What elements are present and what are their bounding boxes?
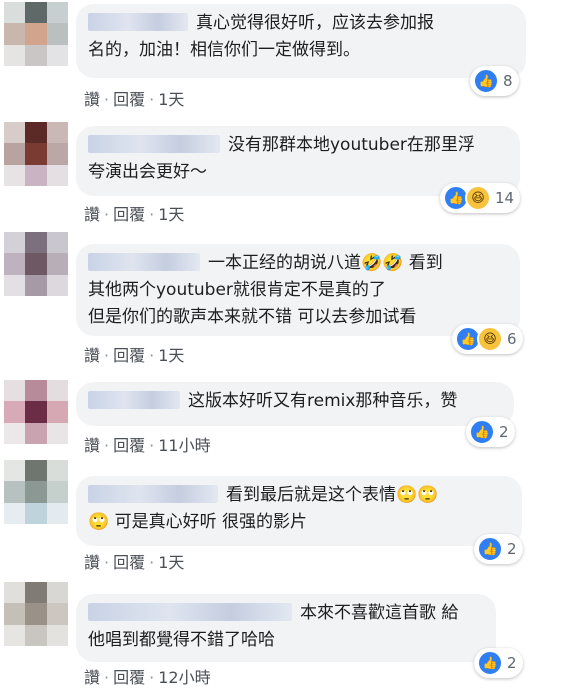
avatar[interactable] xyxy=(4,460,68,524)
commenter-name[interactable] xyxy=(88,485,218,503)
separator: · xyxy=(149,346,155,365)
separator: · xyxy=(149,90,155,109)
reaction-count: 8 xyxy=(503,72,513,90)
comment-actions: 讚 · 回覆 · 1天 xyxy=(84,342,184,366)
separator: · xyxy=(104,553,110,572)
reply-link[interactable]: 回覆 xyxy=(113,553,145,572)
separator: · xyxy=(104,205,110,224)
reply-link[interactable]: 回覆 xyxy=(113,668,145,687)
commenter-name[interactable] xyxy=(88,253,200,271)
commenter-name[interactable] xyxy=(88,391,180,409)
comment-timestamp[interactable]: 11小時 xyxy=(158,436,210,455)
comment-actions: 讚 · 回覆 · 1天 xyxy=(84,201,184,225)
like-link[interactable]: 讚 xyxy=(84,668,100,687)
comment-timestamp[interactable]: 1天 xyxy=(158,346,184,365)
haha-icon: 😆 xyxy=(465,185,491,211)
comment-timestamp[interactable]: 1天 xyxy=(158,553,184,572)
like-icon: 👍 xyxy=(473,68,499,94)
comment-bubble: 本來不喜歡這首歌 給 他唱到都覺得不錯了哈哈 xyxy=(76,594,496,662)
like-link[interactable]: 讚 xyxy=(84,90,100,109)
reply-link[interactable]: 回覆 xyxy=(113,436,145,455)
reply-link[interactable]: 回覆 xyxy=(113,205,145,224)
separator: · xyxy=(149,553,155,572)
comment-actions: 讚 · 回覆 · 1天 xyxy=(84,549,184,573)
comment-text: 这版本好听又有remix那种音乐，赞 xyxy=(188,391,458,411)
reaction-count: 2 xyxy=(499,423,509,441)
reaction-summary[interactable]: 👍 2 xyxy=(466,417,515,447)
separator: · xyxy=(104,90,110,109)
reply-link[interactable]: 回覆 xyxy=(113,346,145,365)
comment-bubble: 真心觉得很好听，应该去参加报 名的，加油！相信你们一定做得到。 xyxy=(76,4,526,78)
comment-bubble: 一本正经的胡说八道🤣🤣 看到 其他两个youtuber就很肯定不是真的了 但是你… xyxy=(76,244,520,336)
avatar[interactable] xyxy=(4,2,68,66)
haha-icon: 😆 xyxy=(477,326,503,352)
commenter-name[interactable] xyxy=(88,135,220,153)
separator: · xyxy=(149,436,155,455)
like-link[interactable]: 讚 xyxy=(84,553,100,572)
reaction-count: 14 xyxy=(495,189,515,207)
comment-timestamp[interactable]: 1天 xyxy=(158,90,184,109)
comment-bubble: 看到最后就是这个表情🙄🙄 🙄 可是真心好听 很强的影片 xyxy=(76,476,522,546)
reply-link[interactable]: 回覆 xyxy=(113,90,145,109)
avatar[interactable] xyxy=(4,232,68,296)
like-link[interactable]: 讚 xyxy=(84,205,100,224)
reaction-summary[interactable]: 👍 😆 14 xyxy=(440,183,521,213)
commenter-name[interactable] xyxy=(88,603,292,621)
reaction-summary[interactable]: 👍 2 xyxy=(474,648,523,678)
reaction-count: 2 xyxy=(507,540,517,558)
reaction-count: 6 xyxy=(507,330,517,348)
avatar[interactable] xyxy=(4,582,68,646)
like-icon: 👍 xyxy=(469,419,495,445)
comment-bubble: 这版本好听又有remix那种音乐，赞 xyxy=(76,382,514,426)
reaction-summary[interactable]: 👍 8 xyxy=(470,66,519,96)
like-link[interactable]: 讚 xyxy=(84,346,100,365)
reaction-count: 2 xyxy=(507,654,517,672)
comment-timestamp[interactable]: 1天 xyxy=(158,205,184,224)
separator: · xyxy=(149,668,155,687)
like-link[interactable]: 讚 xyxy=(84,436,100,455)
avatar[interactable] xyxy=(4,380,68,444)
commenter-name[interactable] xyxy=(88,13,188,31)
reaction-summary[interactable]: 👍 😆 6 xyxy=(452,324,523,354)
separator: · xyxy=(104,668,110,687)
comment-timestamp[interactable]: 12小時 xyxy=(158,668,210,687)
comment-actions: 讚 · 回覆 · 11小時 xyxy=(84,432,211,456)
like-icon: 👍 xyxy=(477,536,503,562)
separator: · xyxy=(149,205,155,224)
like-icon: 👍 xyxy=(477,650,503,676)
separator: · xyxy=(104,346,110,365)
separator: · xyxy=(104,436,110,455)
avatar[interactable] xyxy=(4,122,68,186)
reaction-summary[interactable]: 👍 2 xyxy=(474,534,523,564)
comment-actions: 讚 · 回覆 · 1天 xyxy=(84,86,184,110)
comment-actions: 讚 · 回覆 · 12小時 xyxy=(84,664,211,688)
